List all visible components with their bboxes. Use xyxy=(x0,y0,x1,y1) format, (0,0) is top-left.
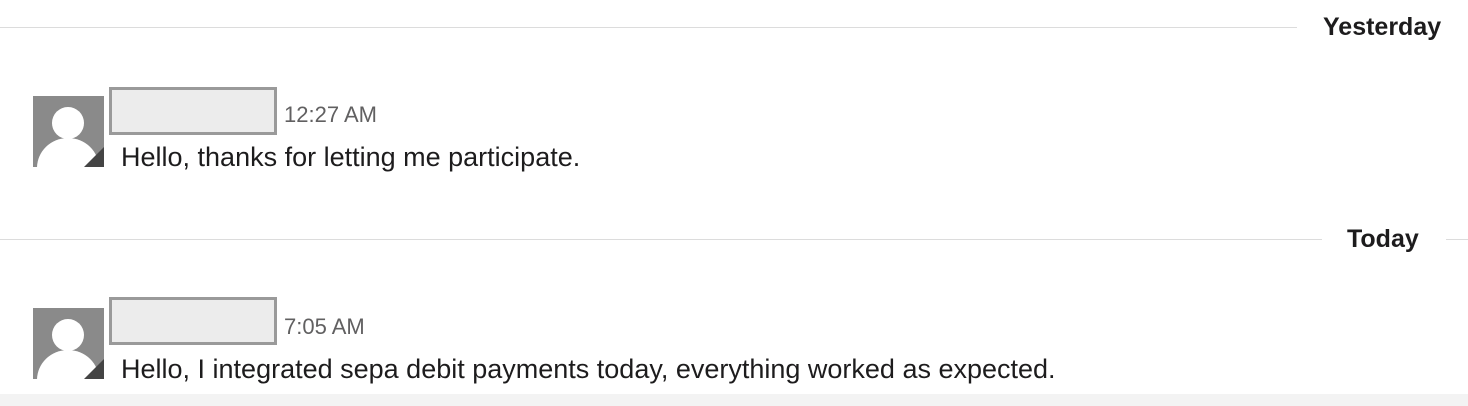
date-divider-label[interactable]: Yesterday xyxy=(1323,13,1441,41)
date-divider-today: Today xyxy=(0,225,1468,253)
sender-name-redacted[interactable] xyxy=(109,297,277,345)
message-text: Hello, I integrated sepa debit payments … xyxy=(121,354,1056,384)
message-timestamp[interactable]: 7:05 AM xyxy=(284,314,365,340)
composer-edge xyxy=(0,394,1468,406)
message-text: Hello, thanks for letting me participate… xyxy=(121,142,581,172)
avatar-head-shape xyxy=(52,319,84,351)
message-pane: Yesterday 12:27 AM Hello, thanks for let… xyxy=(0,0,1468,406)
avatar-head-shape xyxy=(52,107,84,139)
sender-name-redacted[interactable] xyxy=(109,87,277,135)
divider-line xyxy=(0,239,1322,240)
status-badge-icon xyxy=(84,147,104,167)
date-divider-yesterday: Yesterday xyxy=(0,13,1468,41)
status-badge-icon xyxy=(84,359,104,379)
divider-line xyxy=(0,27,1297,28)
message-timestamp[interactable]: 12:27 AM xyxy=(284,102,377,128)
divider-line xyxy=(1446,239,1468,240)
date-divider-label[interactable]: Today xyxy=(1347,225,1419,253)
